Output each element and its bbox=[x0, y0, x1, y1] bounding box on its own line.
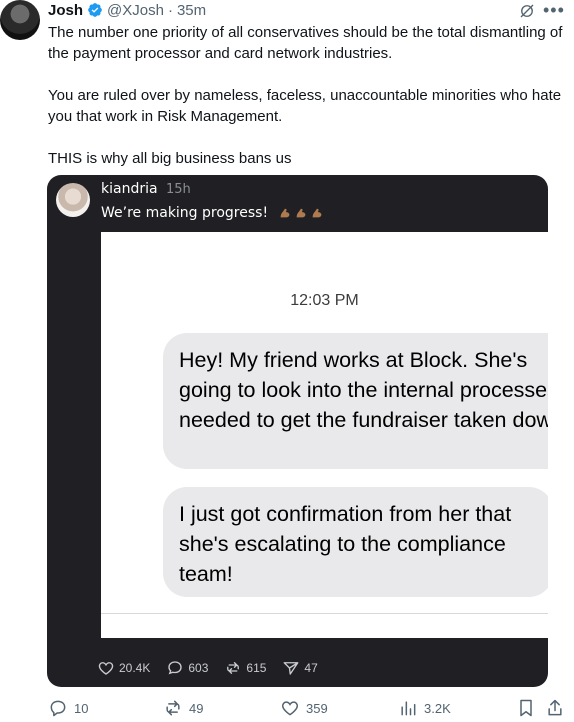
share-button[interactable] bbox=[545, 697, 565, 719]
embedded-like-count: 20.4K bbox=[119, 661, 151, 675]
flexed-bicep-emoji-icon bbox=[312, 208, 322, 218]
post-time[interactable]: 35m bbox=[177, 2, 206, 19]
like-button[interactable]: 359 bbox=[280, 697, 328, 719]
flexed-bicep-emoji-icon bbox=[280, 208, 290, 218]
tweet-paragraph: The number one priority of all conservat… bbox=[48, 24, 563, 62]
views-count: 3.2K bbox=[424, 700, 451, 716]
grok-icon[interactable] bbox=[518, 2, 536, 20]
bookmark-button[interactable] bbox=[516, 697, 536, 719]
embedded-media[interactable]: kiandria 15h We’re making progress! 12:0… bbox=[47, 175, 548, 687]
embedded-username: kiandria bbox=[101, 181, 158, 197]
repost-icon bbox=[166, 700, 180, 716]
heart-icon bbox=[98, 662, 114, 675]
embedded-comment-count: 603 bbox=[188, 661, 209, 675]
message-bubble: Hey! My friend works at Block. She's goi… bbox=[163, 333, 548, 469]
heart-icon bbox=[281, 701, 299, 716]
tweet-text: The number one priority of all conservat… bbox=[48, 22, 568, 190]
embedded-repost[interactable]: 615 bbox=[224, 659, 266, 677]
repost-count: 49 bbox=[189, 700, 204, 716]
repost-icon bbox=[227, 662, 240, 674]
verified-badge-icon bbox=[88, 3, 102, 17]
author-handle[interactable]: @XJosh bbox=[107, 2, 164, 19]
embedded-user: kiandria 15h bbox=[101, 181, 191, 197]
tweet-paragraph: You are ruled over by nameless, faceless… bbox=[48, 87, 562, 125]
screenshot-divider bbox=[101, 613, 548, 638]
tweet-paragraph: THIS is why all big business bans us bbox=[48, 150, 292, 167]
send-icon bbox=[283, 662, 299, 675]
separator-dot: · bbox=[167, 1, 173, 19]
reply-icon bbox=[50, 700, 66, 717]
flexed-bicep-emoji-icon bbox=[296, 208, 306, 218]
like-count: 359 bbox=[306, 700, 328, 716]
embedded-share-count: 47 bbox=[304, 661, 318, 675]
message-timestamp: 12:03 PM bbox=[290, 292, 359, 309]
embedded-like[interactable]: 20.4K bbox=[97, 659, 150, 677]
message-screenshot: 12:03 PM Hey! My friend works at Block. … bbox=[101, 232, 548, 638]
embedded-caption: We’re making progress! bbox=[101, 205, 324, 221]
author-name[interactable]: Josh bbox=[48, 2, 83, 19]
comment-icon bbox=[168, 661, 183, 675]
embedded-time: 15h bbox=[166, 182, 191, 197]
more-options-icon[interactable]: ••• bbox=[543, 0, 565, 21]
tweet-action-bar: 10 49 359 3.2K bbox=[48, 697, 568, 719]
embedded-avatar bbox=[56, 183, 90, 217]
embedded-comment[interactable]: 603 bbox=[166, 659, 208, 677]
embedded-repost-count: 615 bbox=[246, 661, 267, 675]
repost-button[interactable]: 49 bbox=[163, 697, 203, 719]
bookmark-icon bbox=[520, 699, 532, 717]
message-bubble: I just got confirmation from her that sh… bbox=[163, 487, 548, 597]
share-icon bbox=[548, 699, 562, 716]
embedded-share[interactable]: 47 bbox=[282, 659, 318, 677]
author-avatar[interactable] bbox=[0, 0, 40, 40]
views-button[interactable]: 3.2K bbox=[398, 697, 451, 719]
reply-button[interactable]: 10 bbox=[48, 697, 88, 719]
analytics-icon bbox=[401, 701, 416, 716]
embedded-action-bar: 20.4K 603 615 47 bbox=[97, 658, 334, 678]
embedded-caption-text: We’re making progress! bbox=[101, 205, 269, 221]
reply-count: 10 bbox=[74, 700, 89, 716]
tweet-header: Josh @XJosh · 35m bbox=[48, 0, 206, 20]
